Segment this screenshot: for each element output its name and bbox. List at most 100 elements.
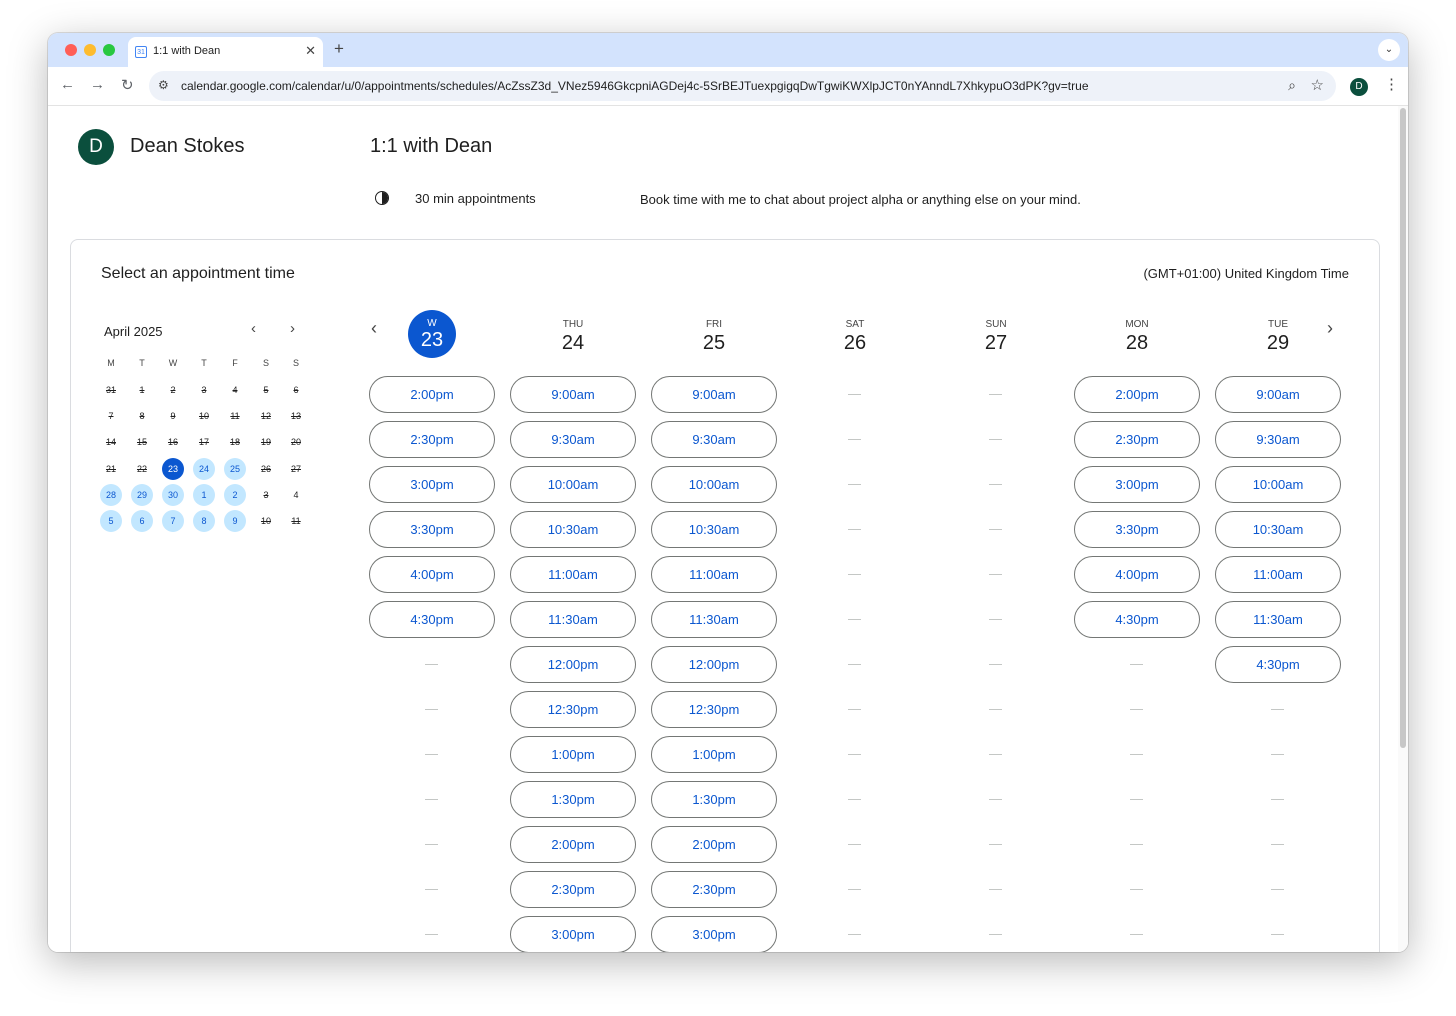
time-slot-button[interactable]: 2:00pm [1074,376,1200,413]
maximize-window-button[interactable] [103,44,115,56]
back-icon[interactable]: ← [60,76,75,93]
timezone-selector[interactable]: (GMT+01:00) United Kingdom Time [1143,266,1349,281]
chevron-right-icon[interactable]: › [290,320,295,337]
mini-calendar-day[interactable]: 5 [100,510,122,532]
time-slot-button[interactable]: 1:30pm [510,781,636,818]
time-slot-button[interactable]: 11:00am [510,556,636,593]
time-slot-button[interactable]: 9:30am [1215,421,1341,458]
mini-calendar-day: 7 [108,411,114,422]
mini-calendar-day[interactable]: 6 [131,510,153,532]
mini-calendar-day[interactable]: 9 [224,510,246,532]
star-icon[interactable]: ☆ [1311,76,1324,94]
time-slot-button[interactable]: 11:30am [1215,601,1341,638]
chevron-down-icon[interactable]: ⌄ [1378,39,1400,61]
time-slot-button[interactable]: 12:30pm [651,691,777,728]
reload-icon[interactable]: ↻ [121,76,134,94]
time-slot-button[interactable]: 12:00pm [651,646,777,683]
browser-tab[interactable]: 31 1:1 with Dean ✕ [128,37,323,67]
time-slot-button[interactable]: 10:00am [510,466,636,503]
forward-icon[interactable]: → [90,76,105,93]
time-slot-button[interactable]: 12:30pm [510,691,636,728]
duration-text: 30 min appointments [415,191,536,206]
profile-avatar[interactable]: D [1350,78,1368,96]
zoom-icon[interactable]: ⌕ [1288,77,1296,94]
minimize-window-button[interactable] [84,44,96,56]
time-slot-button[interactable]: 10:30am [510,511,636,548]
plus-icon[interactable]: + [334,39,344,59]
time-slot-button[interactable]: 2:00pm [510,826,636,863]
mini-calendar-day[interactable]: 23 [162,457,184,480]
time-slot-button[interactable]: 3:00pm [369,466,495,503]
address-bar[interactable]: ⚙ calendar.google.com/calendar/u/0/appoi… [149,71,1336,101]
mini-calendar-day[interactable]: 28 [100,483,122,506]
tab-strip: 31 1:1 with Dean ✕ + ⌄ [48,33,1408,67]
mini-calendar-day[interactable]: 1 [193,483,215,506]
time-slot-button[interactable]: 9:00am [510,376,636,413]
scrollbar-thumb[interactable] [1400,108,1406,748]
mini-calendar-day: 13 [290,411,301,422]
time-slot-button[interactable]: 9:00am [1215,376,1341,413]
time-slot-button[interactable]: 9:30am [510,421,636,458]
close-icon[interactable]: ✕ [305,43,316,59]
time-slot-button[interactable]: 9:30am [651,421,777,458]
mini-calendar-day: 20 [290,437,301,448]
browser-window: 31 1:1 with Dean ✕ + ⌄ ← → ↻ ⚙ calendar.… [48,33,1408,952]
time-slot-button[interactable]: 4:00pm [1074,556,1200,593]
time-slot-button[interactable]: 4:00pm [369,556,495,593]
unavailable-slot-dash [1215,736,1341,773]
day-header: MON 28 [1074,310,1200,376]
time-slot-button[interactable]: 10:30am [651,511,777,548]
time-slot-button[interactable]: 2:30pm [369,421,495,458]
mini-calendar-day[interactable]: 29 [131,483,153,506]
time-slot-button[interactable]: 10:00am [651,466,777,503]
scrollbar[interactable] [1398,106,1408,952]
mini-calendar-day[interactable]: 2 [224,483,246,506]
time-slot-button[interactable]: 1:00pm [510,736,636,773]
mini-calendar-day: 26 [260,463,271,474]
time-slot-button[interactable]: 2:30pm [651,871,777,908]
unavailable-slot-dash [792,871,918,908]
mini-calendar-day: 12 [260,411,271,422]
time-slot-button[interactable]: 2:00pm [651,826,777,863]
time-slot-button[interactable]: 10:30am [1215,511,1341,548]
mini-calendar-day[interactable]: 30 [162,483,184,506]
time-slot-button[interactable]: 1:00pm [651,736,777,773]
time-slot-button[interactable]: 3:00pm [510,916,636,952]
mini-calendar-day[interactable]: 7 [162,510,184,532]
time-slot-button[interactable]: 3:30pm [369,511,495,548]
time-slot-button[interactable]: 11:00am [651,556,777,593]
day-column: W 23 2:00pm 2:30pm 3:00pm 3:30pm 4:00pm 4:30pm [369,310,495,952]
time-slot-button[interactable]: 9:00am [651,376,777,413]
time-slot-button[interactable]: 3:00pm [651,916,777,952]
time-slot-button[interactable]: 4:30pm [369,601,495,638]
close-window-button[interactable] [65,44,77,56]
time-slot-button[interactable]: 12:00pm [510,646,636,683]
calendar-favicon-icon: 31 [135,46,147,58]
time-slot-button[interactable]: 10:00am [1215,466,1341,503]
kebab-menu-icon[interactable]: ⋮ [1384,75,1399,93]
day-name: MON [1125,319,1149,330]
mini-calendar-day: 3 [263,489,269,500]
mini-calendar-day: 8 [139,411,145,422]
time-slot-button[interactable]: 11:00am [1215,556,1341,593]
mini-calendar-day[interactable]: 25 [224,457,246,480]
time-slot-button[interactable]: 3:30pm [1074,511,1200,548]
time-slot-button[interactable]: 2:00pm [369,376,495,413]
weekday-header: W [168,358,178,368]
mini-calendar-day[interactable]: 24 [193,457,215,480]
time-slot-button[interactable]: 11:30am [510,601,636,638]
url-text[interactable]: calendar.google.com/calendar/u/0/appoint… [181,79,1089,93]
owner-avatar: D [78,129,114,165]
mini-calendar-day: 4 [293,489,299,500]
time-slot-button[interactable]: 4:30pm [1215,646,1341,683]
time-slot-button[interactable]: 2:30pm [510,871,636,908]
time-slot-button[interactable]: 11:30am [651,601,777,638]
time-slot-button[interactable]: 2:30pm [1074,421,1200,458]
time-slot-button[interactable]: 4:30pm [1074,601,1200,638]
time-slot-button[interactable]: 1:30pm [651,781,777,818]
tune-icon[interactable]: ⚙ [158,78,169,92]
chevron-left-icon[interactable]: ‹ [251,320,256,337]
unavailable-slot-dash [792,826,918,863]
mini-calendar-day[interactable]: 8 [193,510,215,532]
time-slot-button[interactable]: 3:00pm [1074,466,1200,503]
